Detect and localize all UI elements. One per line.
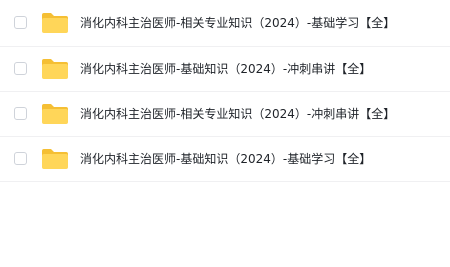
file-list: 消化内科主治医师-相关专业知识（2024）-基础学习【全】 消化内科主治医师-基…: [0, 0, 450, 182]
file-row[interactable]: 消化内科主治医师-基础知识（2024）-基础学习【全】: [0, 137, 450, 182]
file-name[interactable]: 消化内科主治医师-基础知识（2024）-基础学习【全】: [80, 151, 371, 167]
folder-icon: [42, 149, 68, 169]
select-checkbox[interactable]: [14, 107, 27, 120]
file-name[interactable]: 消化内科主治医师-基础知识（2024）-冲刺串讲【全】: [80, 61, 371, 77]
file-name[interactable]: 消化内科主治医师-相关专业知识（2024）-基础学习【全】: [80, 15, 395, 31]
file-row[interactable]: 消化内科主治医师-基础知识（2024）-冲刺串讲【全】: [0, 47, 450, 92]
file-name[interactable]: 消化内科主治医师-相关专业知识（2024）-冲刺串讲【全】: [80, 106, 395, 122]
select-checkbox[interactable]: [14, 152, 27, 165]
file-row[interactable]: 消化内科主治医师-相关专业知识（2024）-冲刺串讲【全】: [0, 92, 450, 137]
select-checkbox[interactable]: [14, 62, 27, 75]
folder-icon: [42, 13, 68, 33]
folder-icon: [42, 104, 68, 124]
file-row[interactable]: 消化内科主治医师-相关专业知识（2024）-基础学习【全】: [0, 0, 450, 47]
folder-icon: [42, 59, 68, 79]
select-checkbox[interactable]: [14, 16, 27, 29]
